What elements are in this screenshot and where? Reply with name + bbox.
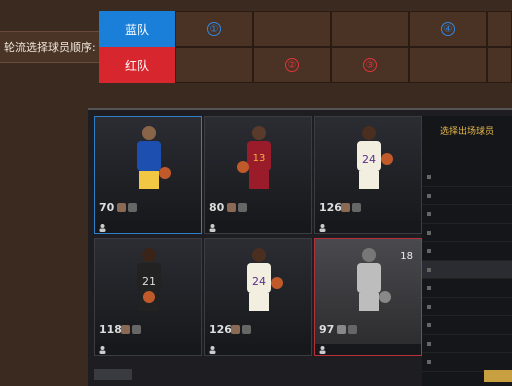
position-icon (427, 193, 431, 198)
blue-slot-4: ④ (409, 11, 487, 47)
level-badge-icon (231, 325, 240, 334)
pick-number: 18 (400, 251, 413, 262)
player-figure-icon (357, 248, 391, 311)
position-icon (427, 249, 431, 253)
list-item[interactable] (422, 187, 512, 205)
card-footer (315, 222, 421, 233)
list-item[interactable] (422, 279, 512, 298)
jersey-number: 21 (142, 275, 156, 288)
list-item[interactable] (422, 298, 512, 316)
blue-team-row: 蓝队 ① ④ (99, 11, 512, 47)
red-pick-3: ③ (363, 58, 377, 72)
player-card[interactable]: 70 (94, 116, 202, 234)
player-rating: 126 (209, 323, 232, 336)
blue-slot-3 (331, 11, 409, 47)
tier-badge-icon (132, 325, 141, 334)
list-item[interactable] (422, 260, 512, 279)
draft-order-label: 轮流选择球员顺序: (0, 31, 101, 63)
position-icon (427, 304, 431, 309)
red-slot-4 (409, 47, 487, 83)
position-icon (427, 323, 431, 327)
level-badge-icon (337, 325, 346, 334)
position-icon (427, 267, 431, 272)
level-badge-icon (121, 325, 130, 334)
blue-team-name: 蓝队 (124, 22, 149, 37)
blue-team-cell: 蓝队 (99, 11, 175, 47)
red-slot-1 (175, 47, 253, 83)
player-rating: 70 (99, 201, 115, 214)
level-badge-icon (227, 203, 236, 212)
red-team-name: 红队 (124, 58, 149, 73)
back-button[interactable] (94, 369, 132, 380)
player-select-panel: 选择出场球员 (422, 116, 512, 386)
confirm-pick-button[interactable] (484, 370, 512, 382)
blue-pick-1: ① (207, 22, 221, 36)
player-rating: 118 (99, 323, 122, 336)
list-item[interactable] (422, 353, 512, 372)
card-footer (95, 222, 201, 233)
game-window: 70 13 80 24 126 21 118 24 126 18 97 选择出场… (88, 108, 512, 386)
jersey-number: 24 (362, 153, 376, 166)
blue-pick-4: ④ (441, 22, 455, 36)
blue-slot-5 (487, 11, 512, 47)
red-team-cell: 红队 (99, 47, 175, 83)
red-slot-5 (487, 47, 512, 83)
red-slot-2: ② (253, 47, 331, 83)
tier-badge-icon (128, 203, 137, 212)
player-list (422, 168, 512, 372)
list-item[interactable] (422, 316, 512, 335)
level-badge-icon (341, 203, 350, 212)
player-rating: 97 (319, 323, 335, 336)
position-icon (427, 341, 431, 346)
player-figure-icon: 21 (137, 248, 161, 311)
position-icon (427, 360, 431, 364)
tier-badge-icon (352, 203, 361, 212)
jersey-number: 24 (252, 275, 266, 288)
tier-badge-icon (238, 203, 247, 212)
player-card: 18 97 (314, 238, 422, 356)
player-figure-icon: 24 (247, 248, 283, 311)
list-item[interactable] (422, 224, 512, 242)
card-footer (95, 344, 201, 355)
list-item[interactable] (422, 335, 512, 353)
user-icon (319, 224, 326, 232)
jersey-number: 13 (253, 153, 266, 164)
red-pick-2: ② (285, 58, 299, 72)
red-slot-3: ③ (331, 47, 409, 83)
player-card[interactable]: 13 80 (204, 116, 312, 234)
tier-badge-icon (348, 325, 357, 334)
card-footer (205, 222, 311, 233)
user-icon (319, 346, 326, 354)
list-item[interactable] (422, 168, 512, 187)
user-icon (99, 224, 106, 232)
player-card[interactable]: 24 126 (204, 238, 312, 356)
user-icon (209, 224, 216, 232)
panel-title: 选择出场球员 (439, 127, 494, 137)
player-card[interactable]: 21 118 (94, 238, 202, 356)
list-item[interactable] (422, 205, 512, 224)
position-icon (427, 286, 431, 290)
player-rating: 126 (319, 201, 342, 214)
position-icon (427, 230, 431, 235)
list-item[interactable] (422, 242, 512, 261)
blue-slot-2 (253, 11, 331, 47)
player-rating: 80 (209, 201, 225, 214)
blue-slot-1: ① (175, 11, 253, 47)
draft-order-label-text: 轮流选择球员顺序: (4, 41, 96, 54)
level-badge-icon (117, 203, 126, 212)
user-icon (99, 346, 106, 354)
position-icon (427, 175, 431, 179)
card-footer (315, 344, 421, 355)
player-figure-icon (137, 126, 171, 189)
player-card[interactable]: 24 126 (314, 116, 422, 234)
position-icon (427, 212, 431, 216)
player-figure-icon: 13 (237, 126, 271, 189)
tier-badge-icon (242, 325, 251, 334)
red-team-row: 红队 ② ③ (99, 47, 512, 83)
card-footer (205, 344, 311, 355)
user-icon (209, 346, 216, 354)
player-figure-icon: 24 (357, 126, 393, 189)
